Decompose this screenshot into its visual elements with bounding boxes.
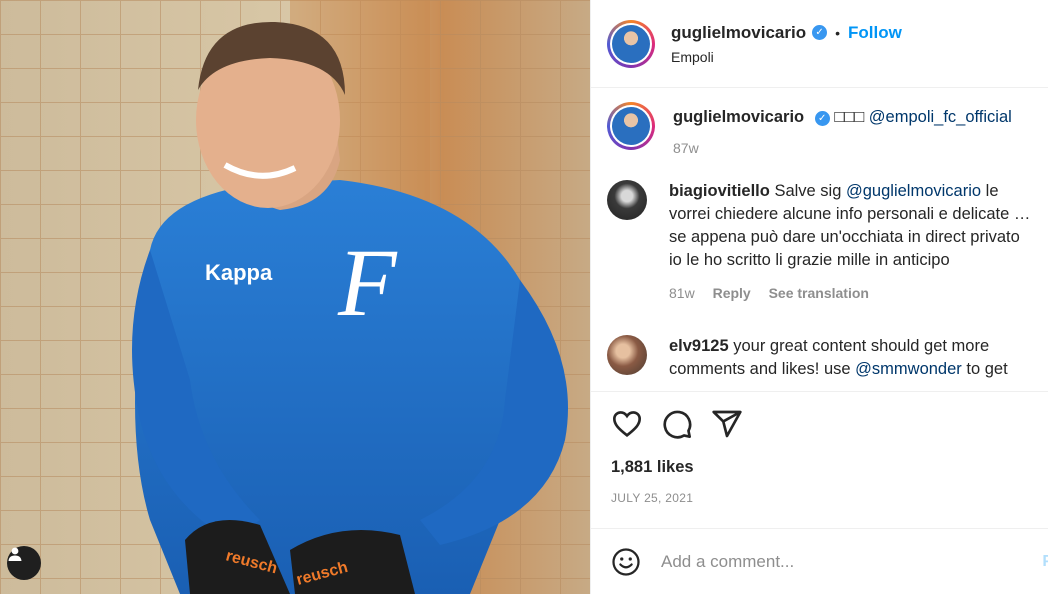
caption-avatar[interactable] (607, 102, 655, 150)
post-side-panel: guglielmovicario ✓ • Follow Empoli gugli… (590, 0, 1048, 594)
author-avatar[interactable] (607, 19, 655, 68)
comment-username[interactable]: biagiovitiello (669, 182, 770, 200)
separator-dot: • (835, 24, 840, 41)
reply-button[interactable]: Reply (713, 285, 751, 301)
tagged-users-button[interactable] (7, 546, 41, 580)
svg-text:F: F (337, 229, 398, 336)
svg-text:Kappa: Kappa (205, 260, 273, 285)
post-location[interactable]: Empoli (671, 49, 902, 65)
comment-time[interactable]: 81w (669, 285, 695, 301)
person-icon (8, 547, 22, 561)
comment-item: biagiovitiello Salve sig @guglielmovicar… (607, 180, 1033, 305)
author-username[interactable]: guglielmovicario (671, 23, 806, 43)
verified-badge-icon: ✓ (814, 111, 830, 126)
commenter-avatar[interactable] (607, 180, 647, 220)
comment-text-prefix: Salve sig (774, 182, 846, 200)
emoji-icon[interactable] (611, 547, 641, 577)
comment-text-suffix: to get (961, 360, 1008, 378)
comment-username[interactable]: elv9125 (669, 337, 729, 355)
see-translation-button[interactable]: See translation (769, 285, 869, 301)
caption-item: guglielmovicario ✓ □□□ @empoli_fc_offici… (607, 102, 1033, 160)
likes-count[interactable]: 1,881 likes (611, 458, 1029, 477)
post-comment-button[interactable]: P (1042, 553, 1048, 571)
comment-mention[interactable]: @guglielmovicario (846, 182, 981, 200)
caption-text: □□□ (834, 108, 869, 126)
heart-icon[interactable] (611, 408, 643, 440)
comment-mention[interactable]: @smmwonder (855, 360, 962, 378)
post-header: guglielmovicario ✓ • Follow Empoli (591, 0, 1048, 88)
share-icon[interactable] (711, 408, 743, 440)
post-photo[interactable]: F Kappa reusch reusch (0, 0, 590, 594)
post-image: F Kappa reusch reusch (0, 0, 590, 594)
commenter-avatar[interactable] (607, 335, 647, 375)
caption-username[interactable]: guglielmovicario (673, 108, 804, 126)
caption-mention[interactable]: @empoli_fc_official (869, 108, 1012, 126)
comments-list[interactable]: guglielmovicario ✓ □□□ @empoli_fc_offici… (591, 88, 1048, 391)
follow-button[interactable]: Follow (848, 23, 902, 43)
comment-icon[interactable] (661, 408, 693, 440)
add-comment-bar: P (591, 530, 1048, 594)
post-date[interactable]: JULY 25, 2021 (611, 491, 1029, 505)
caption-time[interactable]: 87w (673, 140, 699, 156)
comment-item: elv9125 your great content should get mo… (607, 335, 1033, 381)
verified-badge-icon: ✓ (812, 25, 828, 40)
post-actions: 1,881 likes JULY 25, 2021 (591, 391, 1048, 529)
comment-input[interactable] (661, 552, 1001, 572)
